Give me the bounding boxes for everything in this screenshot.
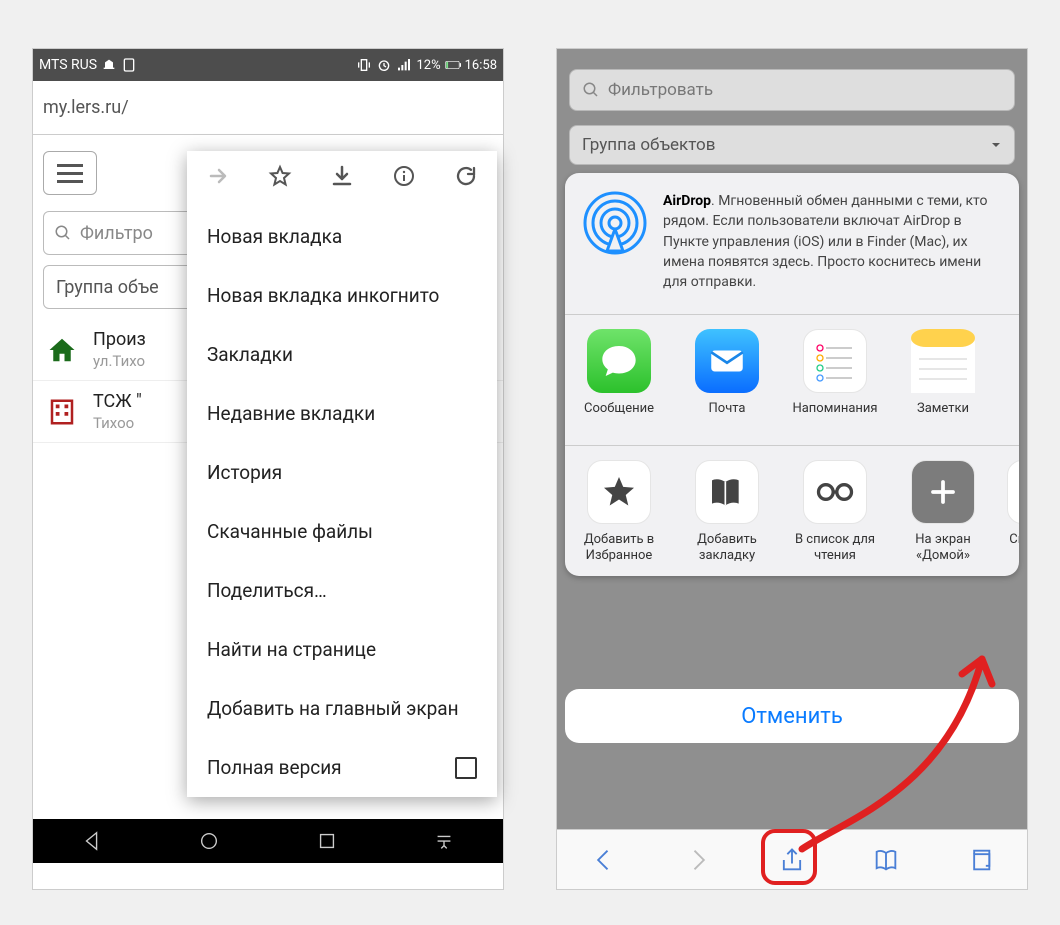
alarm-icon bbox=[376, 57, 392, 73]
info-icon[interactable] bbox=[392, 164, 416, 194]
desktop-checkbox[interactable] bbox=[455, 757, 477, 779]
menu-recent[interactable]: Недавние вкладки bbox=[187, 384, 497, 443]
search-icon bbox=[582, 81, 600, 99]
star-icon bbox=[587, 460, 651, 524]
ios-filter-placeholder: Фильтровать bbox=[608, 80, 713, 100]
share-app-more[interactable] bbox=[997, 329, 1019, 431]
menu-desktop-label: Полная версия bbox=[207, 756, 342, 779]
menu-desktop[interactable]: Полная версия bbox=[187, 738, 497, 797]
nav-drawer-icon[interactable] bbox=[433, 830, 455, 852]
forward-icon[interactable] bbox=[206, 164, 230, 194]
item-sub: ул.Тихо bbox=[93, 352, 146, 370]
search-icon bbox=[54, 224, 72, 242]
nav-back-icon[interactable] bbox=[81, 830, 103, 852]
chevron-down-icon bbox=[990, 139, 1002, 151]
share-app-messages[interactable]: Сообщение bbox=[565, 329, 673, 431]
action-more[interactable]: Ск bbox=[997, 460, 1019, 562]
airdrop-text: AirDrop. Мгновенный обмен данными с теми… bbox=[663, 191, 1001, 292]
menu-share[interactable]: Поделиться… bbox=[187, 561, 497, 620]
glasses-icon bbox=[803, 460, 867, 524]
action-bookmark[interactable]: Добавить закладку bbox=[673, 460, 781, 562]
android-navbar bbox=[33, 819, 503, 863]
airdrop-icon bbox=[583, 191, 647, 255]
reload-icon[interactable] bbox=[454, 164, 478, 194]
book-icon bbox=[695, 460, 759, 524]
item-sub: Тихоо bbox=[93, 414, 142, 432]
building-icon bbox=[45, 395, 79, 429]
signal-icon bbox=[396, 57, 412, 73]
share-sheet: AirDrop. Мгновенный обмен данными с теми… bbox=[565, 173, 1019, 576]
cancel-label: Отменить bbox=[741, 704, 843, 729]
nav-recent-icon[interactable] bbox=[316, 830, 338, 852]
menu-bookmarks[interactable]: Закладки bbox=[187, 325, 497, 384]
share-apps-row[interactable]: Сообщение Почта Напоминания bbox=[565, 314, 1019, 445]
group-label: Группа объе bbox=[56, 277, 159, 298]
time-label: 16:58 bbox=[465, 58, 497, 73]
ios-screenshot: Фильтровать Группа объектов AirDrop. Мгн… bbox=[556, 48, 1028, 890]
url-text: my.lers.ru/ bbox=[43, 97, 129, 118]
hotspot-icon bbox=[101, 57, 117, 73]
more-action-icon bbox=[1007, 460, 1019, 524]
safari-back-icon[interactable] bbox=[590, 846, 618, 874]
menu-new-tab[interactable]: Новая вкладка bbox=[187, 207, 497, 266]
reminders-icon bbox=[803, 329, 867, 393]
action-homescreen[interactable]: На экран «Домой» bbox=[889, 460, 997, 562]
ios-group-label: Группа объектов bbox=[582, 135, 715, 155]
item-title: ТСЖ " bbox=[93, 391, 142, 412]
action-favorite[interactable]: Добавить в Избранное bbox=[565, 460, 673, 562]
android-screenshot: MTS RUS 12% 16:58 my.lers.ru/ Фильтро Гр… bbox=[32, 48, 504, 890]
ios-filter-input[interactable]: Фильтровать bbox=[569, 69, 1015, 111]
mail-icon bbox=[695, 329, 759, 393]
menu-incognito[interactable]: Новая вкладка инкогнито bbox=[187, 266, 497, 325]
messages-icon bbox=[587, 329, 651, 393]
cancel-button[interactable]: Отменить bbox=[565, 689, 1019, 743]
notes-icon bbox=[911, 329, 975, 393]
carrier-label: MTS RUS bbox=[39, 57, 97, 73]
url-bar[interactable]: my.lers.ru/ bbox=[33, 81, 503, 135]
annotation-arrow bbox=[787, 629, 1007, 859]
airdrop-section[interactable]: AirDrop. Мгновенный обмен данными с теми… bbox=[565, 173, 1019, 314]
hamburger-button[interactable] bbox=[43, 151, 97, 195]
battery-pct: 12% bbox=[416, 58, 440, 73]
battery-icon bbox=[445, 57, 461, 73]
filter-placeholder: Фильтро bbox=[80, 223, 153, 244]
star-icon[interactable] bbox=[268, 164, 292, 194]
menu-history[interactable]: История bbox=[187, 443, 497, 502]
ios-group-select[interactable]: Группа объектов bbox=[569, 125, 1015, 165]
menu-homescreen[interactable]: Добавить на главный экран bbox=[187, 679, 497, 738]
share-actions-row[interactable]: Добавить в Избранное Добавить закладку В… bbox=[565, 445, 1019, 576]
vibrate-icon bbox=[356, 57, 372, 73]
share-app-mail[interactable]: Почта bbox=[673, 329, 781, 431]
action-readinglist[interactable]: В список для чтения bbox=[781, 460, 889, 562]
share-app-reminders[interactable]: Напоминания bbox=[781, 329, 889, 431]
share-app-notes[interactable]: Заметки bbox=[889, 329, 997, 431]
annotation-circle bbox=[761, 829, 817, 885]
sim-icon bbox=[121, 57, 137, 73]
nav-home-icon[interactable] bbox=[198, 830, 220, 852]
menu-find[interactable]: Найти на странице bbox=[187, 620, 497, 679]
safari-forward-icon[interactable] bbox=[684, 846, 712, 874]
download-icon[interactable] bbox=[330, 164, 354, 194]
safari-bookmarks-icon[interactable] bbox=[872, 846, 900, 874]
house-icon bbox=[45, 333, 79, 367]
item-title: Произ bbox=[93, 329, 146, 350]
chrome-overflow-menu: Новая вкладка Новая вкладка инкогнито За… bbox=[187, 151, 497, 797]
android-statusbar: MTS RUS 12% 16:58 bbox=[33, 49, 503, 81]
plus-icon bbox=[911, 460, 975, 524]
safari-tabs-icon[interactable] bbox=[966, 846, 994, 874]
menu-downloads[interactable]: Скачанные файлы bbox=[187, 502, 497, 561]
